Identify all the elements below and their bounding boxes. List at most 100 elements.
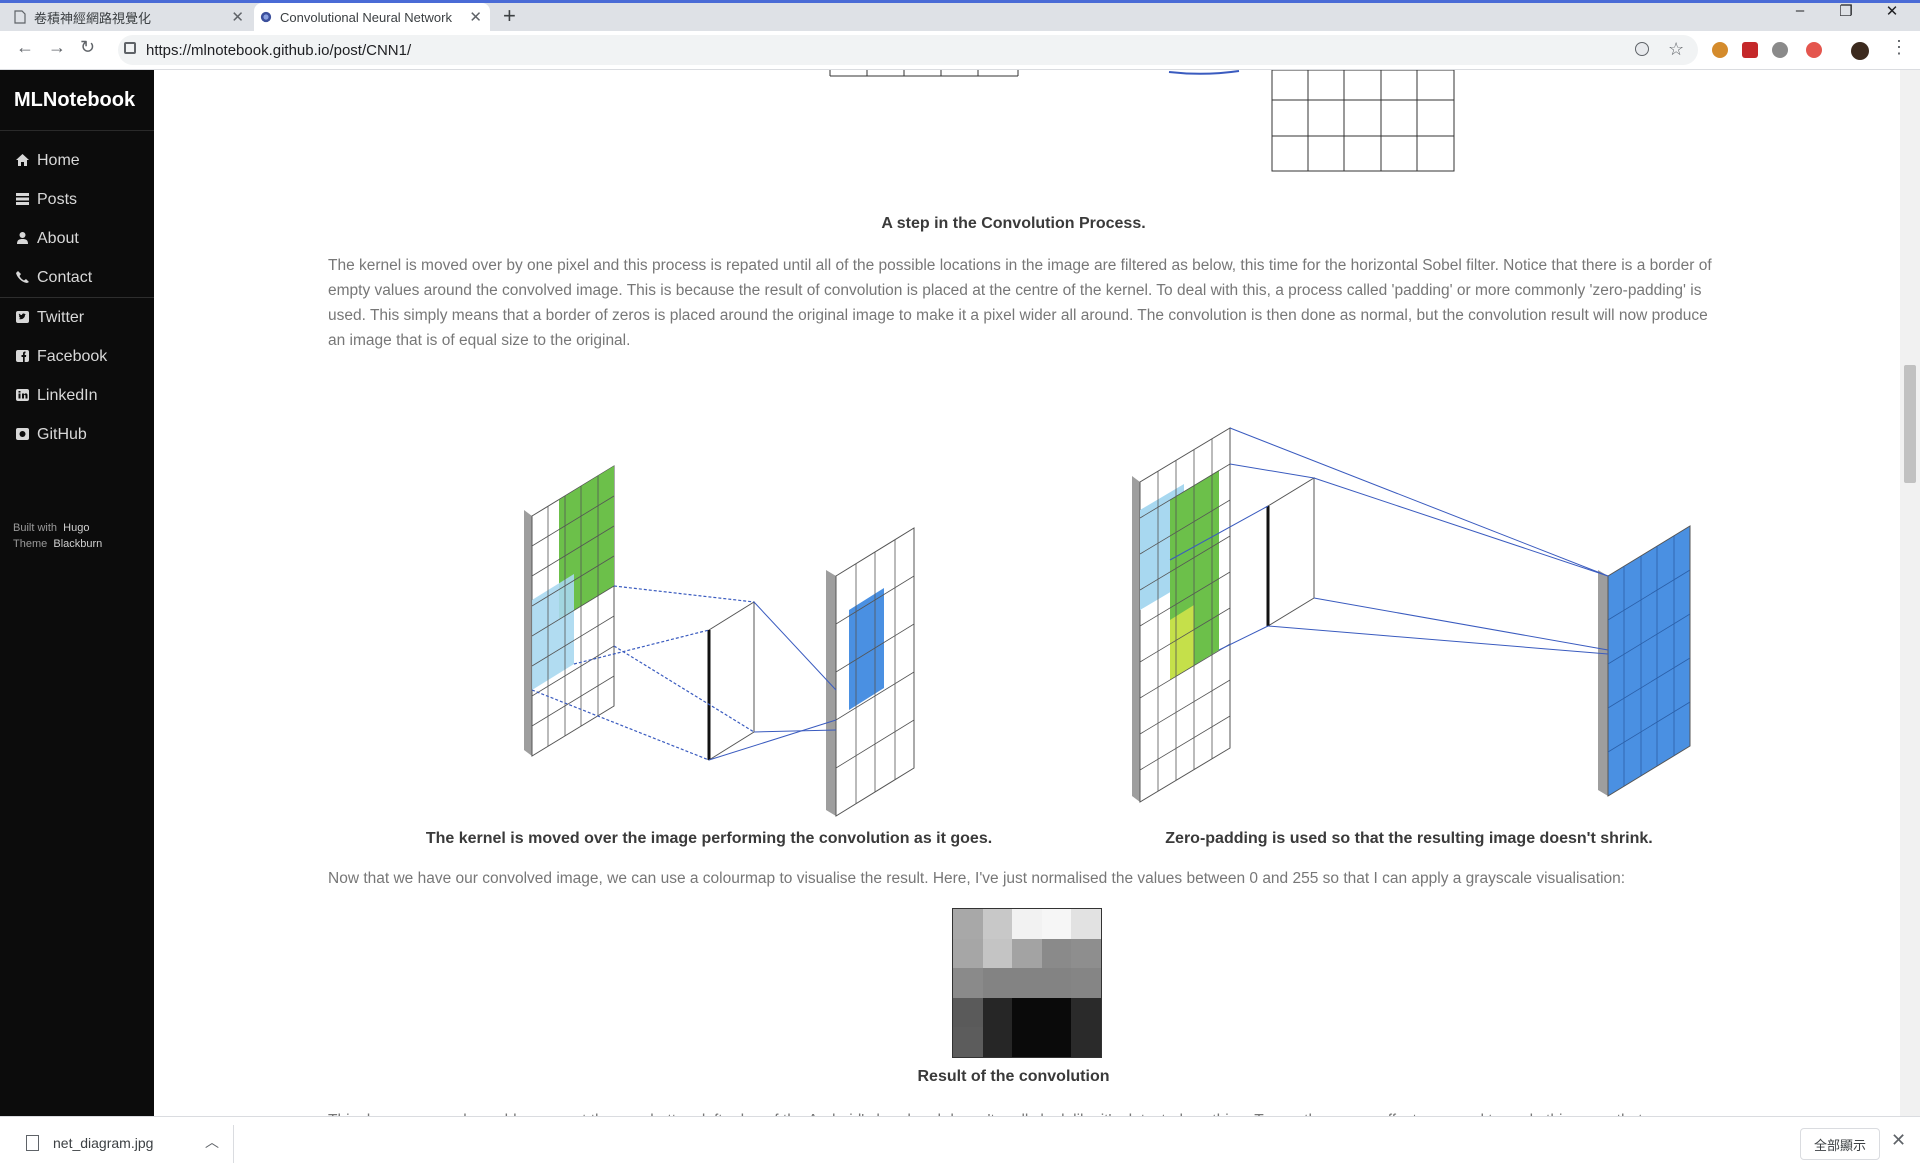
result-pixel (1012, 1027, 1042, 1057)
back-icon[interactable]: ← (16, 37, 34, 58)
scrollbar-thumb[interactable] (1904, 365, 1916, 483)
figure-caption-padding: Zero-padding is used so that the resulti… (1165, 830, 1653, 847)
extension-icon[interactable] (1742, 42, 1758, 58)
theme-label: Theme (13, 538, 48, 550)
sidebar-item-home[interactable]: Home (0, 141, 154, 180)
result-pixel (1071, 909, 1101, 939)
result-pixel (953, 997, 983, 1028)
user-icon (17, 232, 28, 244)
chevron-up-icon[interactable]: ︿ (205, 1132, 219, 1152)
result-pixel (1071, 1027, 1101, 1057)
url-text: https://mlnotebook.github.io/post/CNN1/ (146, 41, 412, 59)
sidebar-item-facebook[interactable]: Facebook (0, 337, 154, 376)
paragraph: The kernel is moved over by one pixel an… (328, 257, 1712, 349)
figure-caption: A step in the Convolution Process. (881, 215, 1146, 232)
result-pixel (982, 997, 1013, 1028)
result-pixel (1041, 938, 1072, 969)
sidebar-item-label: GitHub (37, 426, 87, 443)
figure-caption-result: Result of the convolution (917, 1068, 1110, 1085)
result-pixel (953, 968, 983, 998)
address-bar[interactable]: https://mlnotebook.github.io/post/CNN1/ (118, 35, 1698, 65)
extension-icon[interactable] (1772, 42, 1788, 58)
result-pixel (1012, 909, 1042, 939)
result-pixel (953, 909, 983, 939)
paragraph: Now that we have our convolved image, we… (328, 870, 1626, 887)
extension-icon[interactable] (1806, 42, 1822, 58)
hugo-link[interactable]: Hugo (63, 522, 89, 534)
result-pixel (982, 1027, 1013, 1057)
blackburn-link[interactable]: Blackburn (53, 538, 102, 550)
document-icon (14, 10, 26, 24)
menu-kebab-icon[interactable]: ⋮ (1890, 37, 1908, 58)
sidebar-item-label: Twitter (37, 309, 85, 326)
close-download-bar-icon[interactable]: ✕ (1891, 1130, 1906, 1151)
sidebar-item-label: Posts (37, 191, 78, 208)
show-all-button[interactable]: 全部顯示 (1800, 1128, 1880, 1160)
built-with-note: Built with Hugo Theme Blackburn (13, 520, 102, 552)
result-pixel (1071, 968, 1101, 998)
brand-title[interactable]: MLNotebook (0, 70, 154, 131)
github-icon (16, 428, 29, 440)
linkedin-icon (16, 389, 29, 401)
sidebar-item-posts[interactable]: Posts (0, 180, 154, 219)
sidebar-item-twitter[interactable]: Twitter (0, 298, 154, 337)
result-pixel (1041, 1027, 1072, 1057)
sidebar-item-label: LinkedIn (37, 387, 98, 404)
new-tab-button[interactable]: + (503, 3, 516, 29)
convolution-result-image (952, 908, 1102, 1058)
paragraph-partial: This dummy example could represent the v… (328, 1108, 1723, 1116)
sidebar-item-github[interactable]: GitHub (0, 415, 154, 454)
sidebar-item-about[interactable]: About (0, 219, 154, 258)
result-pixel (982, 968, 1013, 998)
site-info-icon[interactable] (1635, 42, 1649, 56)
sidebar-item-label: Home (37, 152, 80, 169)
tab-inactive[interactable]: 卷積神經網路視覺化 ✕ (8, 3, 252, 31)
main-content: A step in the Convolution Process. The k… (154, 70, 1900, 1116)
result-pixel (1041, 997, 1072, 1028)
result-pixel (1071, 938, 1101, 969)
result-pixel (1041, 909, 1072, 939)
home-icon (16, 154, 29, 166)
result-pixel (1012, 938, 1042, 969)
result-pixel (1071, 997, 1101, 1028)
result-pixel (953, 1027, 983, 1057)
forward-icon[interactable]: → (48, 37, 66, 58)
result-pixel (1012, 968, 1042, 998)
sidebar-item-contact[interactable]: Contact (0, 258, 154, 297)
phone-icon (16, 271, 29, 283)
zero-padding-figure (1132, 427, 1691, 803)
restore-button[interactable]: ❐ (1826, 2, 1866, 20)
result-pixel (982, 938, 1013, 969)
tab-active[interactable]: Convolutional Neural Network ✕ (254, 3, 490, 31)
minimize-button[interactable]: – (1780, 2, 1820, 19)
extension-icon[interactable] (1712, 42, 1728, 58)
bookmark-star-icon[interactable]: ☆ (1668, 39, 1684, 60)
page-scrollbar[interactable] (1900, 70, 1920, 1116)
profile-avatar[interactable] (1851, 42, 1869, 60)
result-pixel (1012, 997, 1042, 1028)
tab-title: Convolutional Neural Network (280, 9, 452, 25)
tab-title: 卷積神經網路視覺化 (34, 10, 152, 26)
list-icon (16, 193, 29, 205)
toolbar: ← → ↻ https://mlnotebook.github.io/post/… (0, 31, 1920, 70)
tab-close-icon[interactable]: ✕ (469, 8, 482, 26)
twitter-icon (16, 311, 29, 323)
sidebar-item-label: About (37, 230, 79, 247)
tab-close-icon[interactable]: ✕ (231, 8, 244, 26)
reload-icon[interactable]: ↻ (80, 37, 95, 58)
file-icon (26, 1135, 39, 1151)
sidebar-item-linkedin[interactable]: LinkedIn (0, 376, 154, 415)
result-pixel (982, 909, 1013, 939)
site-favicon-icon (260, 11, 272, 23)
facebook-icon (16, 350, 29, 362)
built-with-label: Built with (13, 522, 58, 534)
download-filename[interactable]: net_diagram.jpg (53, 1135, 153, 1151)
sidebar: MLNotebook Home Posts About Contact Twit… (0, 70, 154, 1116)
result-pixel (1041, 968, 1072, 998)
sidebar-item-label: Contact (37, 269, 93, 286)
window-close-button[interactable]: ✕ (1872, 2, 1912, 20)
tab-strip: 卷積神經網路視覺化 ✕ Convolutional Neural Network… (0, 0, 1920, 31)
download-bar: net_diagram.jpg ︿ 全部顯示 ✕ (0, 1116, 1920, 1171)
kernel-moving-figure (524, 465, 915, 817)
lock-icon[interactable] (124, 42, 136, 54)
